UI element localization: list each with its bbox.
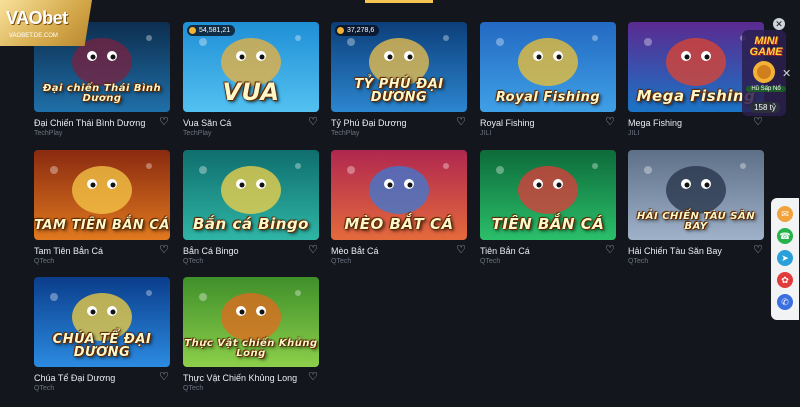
game-title-art: Bắn cá Bingo [193, 215, 309, 233]
game-card[interactable]: TAM TIÊN BẮN CÁ Tam Tiên Bắn Cá QTech ♡ [34, 150, 170, 280]
game-card[interactable]: HẢI CHIẾN TÀU SÂN BAY Hải Chiến Tàu Săn B… [628, 150, 764, 280]
game-provider: QTech [183, 258, 204, 265]
game-thumbnail[interactable]: CHÚA TỂ ĐẠI DƯƠNG [34, 277, 170, 367]
game-meta: Thực Vật Chiến Khủng Long QTech ♡ [183, 367, 319, 407]
game-name[interactable]: Bắn Cá Bingo [183, 246, 301, 256]
game-card[interactable]: Royal Fishing Royal Fishing JILI ♡ [480, 22, 616, 152]
game-provider: TechPlay [34, 130, 63, 137]
heart-icon[interactable]: ♡ [307, 116, 319, 128]
chat-icon[interactable]: ✉ [777, 206, 793, 222]
coin-icon [337, 27, 344, 34]
mini-game-subtitle: Hũ Sấp Nổ [746, 86, 786, 92]
game-provider: QTech [331, 258, 352, 265]
game-name[interactable]: Vua Săn Cá [183, 118, 301, 128]
support-icon[interactable]: ☎ [777, 228, 793, 244]
game-title-art: Royal Fishing [495, 90, 601, 105]
mini-game-widget[interactable]: MINI GAME Hũ Sấp Nổ 158 tỷ [740, 30, 788, 122]
game-provider: QTech [183, 385, 204, 392]
game-meta: Bắn Cá Bingo QTech ♡ [183, 240, 319, 280]
game-provider: JILI [480, 130, 492, 137]
heart-icon[interactable]: ♡ [158, 371, 170, 383]
telegram-icon[interactable]: ➤ [777, 250, 793, 266]
game-thumbnail[interactable]: Thực Vật chiến Khủng Long [183, 277, 319, 367]
logo-text: VAObet [6, 8, 68, 28]
game-title-art: CHÚA TỂ ĐẠI DƯƠNG [52, 332, 152, 360]
coin-icon [189, 27, 196, 34]
game-thumbnail[interactable]: Royal Fishing [480, 22, 616, 112]
game-provider: TechPlay [183, 130, 212, 137]
game-meta: Tiên Bắn Cá QTech ♡ [480, 240, 616, 280]
game-thumbnail[interactable]: TIÊN BẮN CÁ [480, 150, 616, 240]
game-name[interactable]: Tiên Bắn Cá [480, 246, 598, 256]
gift-icon[interactable]: ✿ [777, 272, 793, 288]
game-title-art: TIÊN BẮN CÁ [491, 215, 605, 233]
brand-logo[interactable]: VAObet VAOBET.DE.COM [0, 0, 92, 46]
jackpot-counter: 54,581,21 [187, 25, 236, 36]
messenger-icon[interactable]: ✆ [777, 294, 793, 310]
close-icon[interactable]: ✕ [773, 18, 785, 30]
game-thumbnail[interactable]: HẢI CHIẾN TÀU SÂN BAY [628, 150, 764, 240]
game-meta: Mèo Bắt Cá QTech ♡ [331, 240, 467, 280]
game-provider: QTech [480, 258, 501, 265]
game-name[interactable]: Mèo Bắt Cá [331, 246, 449, 256]
jackpot-value: 37,278,6 [347, 27, 375, 34]
game-title-art: HẢI CHIẾN TÀU SÂN BAY [636, 211, 756, 232]
game-name[interactable]: Tam Tiên Bắn Cá [34, 246, 152, 256]
game-card[interactable]: TỶ PHÚ ĐẠI DƯƠNG 37,278,6 Tỷ Phú Đại Dương… [331, 22, 467, 152]
game-meta: Đại Chiến Thái Bình Dương TechPlay ♡ [34, 112, 170, 152]
game-meta: Tam Tiên Bắn Cá QTech ♡ [34, 240, 170, 280]
heart-icon[interactable]: ♡ [604, 116, 616, 128]
game-meta: Royal Fishing JILI ♡ [480, 112, 616, 152]
game-title-art: VUA [222, 78, 280, 106]
game-meta: Tỷ Phú Đại Dương TechPlay ♡ [331, 112, 467, 152]
mini-game-jackpot: 158 tỷ [750, 102, 780, 113]
logo-url: VAOBET.DE.COM [9, 33, 58, 39]
game-name[interactable]: Mega Fishing [628, 118, 746, 128]
game-card[interactable]: MÈO BẮT CÁ Mèo Bắt Cá QTech ♡ [331, 150, 467, 280]
widget-close-icon[interactable]: ✕ [782, 67, 791, 80]
game-name[interactable]: Royal Fishing [480, 118, 598, 128]
heart-icon[interactable]: ♡ [752, 244, 764, 256]
game-meta: Vua Săn Cá TechPlay ♡ [183, 112, 319, 152]
game-name[interactable]: Tỷ Phú Đại Dương [331, 118, 449, 128]
heart-icon[interactable]: ♡ [158, 116, 170, 128]
game-thumbnail[interactable]: MÈO BẮT CÁ [331, 150, 467, 240]
heart-icon[interactable]: ♡ [307, 244, 319, 256]
game-provider: QTech [34, 258, 55, 265]
heart-icon[interactable]: ♡ [604, 244, 616, 256]
game-card[interactable]: Bắn cá Bingo Bắn Cá Bingo QTech ♡ [183, 150, 319, 280]
game-name[interactable]: Đại Chiến Thái Bình Dương [34, 118, 152, 128]
game-title-art: MÈO BẮT CÁ [344, 215, 454, 233]
game-name[interactable]: Hải Chiến Tàu Săn Bay [628, 246, 746, 256]
game-title-art: Thực Vật chiến Khủng Long [184, 338, 318, 359]
jackpot-counter: 37,278,6 [335, 25, 380, 36]
game-provider: TechPlay [331, 130, 360, 137]
game-card[interactable]: TIÊN BẮN CÁ Tiên Bắn Cá QTech ♡ [480, 150, 616, 280]
jackpot-value: 54,581,21 [199, 27, 231, 34]
game-name[interactable]: Thực Vật Chiến Khủng Long [183, 373, 301, 383]
game-title-art: TỶ PHÚ ĐẠI DƯƠNG [354, 77, 444, 105]
game-provider: QTech [628, 258, 649, 265]
game-thumbnail[interactable]: TAM TIÊN BẮN CÁ [34, 150, 170, 240]
heart-icon[interactable]: ♡ [307, 371, 319, 383]
heart-icon[interactable]: ♡ [455, 116, 467, 128]
game-thumbnail[interactable]: VUA 54,581,21 [183, 22, 319, 112]
game-title-art: TAM TIÊN BẮN CÁ [34, 218, 170, 233]
game-meta: Chúa Tể Đại Dương QTech ♡ [34, 367, 170, 407]
game-thumbnail[interactable]: TỶ PHÚ ĐẠI DƯƠNG 37,278,6 [331, 22, 467, 112]
game-card[interactable]: Thực Vật chiến Khủng Long Thực Vật Chiến … [183, 277, 319, 407]
game-provider: QTech [34, 385, 55, 392]
game-thumbnail[interactable]: Bắn cá Bingo [183, 150, 319, 240]
game-grid: Đại chiến Thái Bình Dương Đại Chiến Thái … [0, 0, 800, 400]
social-rail: ✉ ☎ ➤ ✿ ✆ [771, 198, 799, 320]
game-card[interactable]: VUA 54,581,21 Vua Săn Cá TechPlay ♡ [183, 22, 319, 152]
game-card[interactable]: CHÚA TỂ ĐẠI DƯƠNG Chúa Tể Đại Dương QTech ♡ [34, 277, 170, 407]
heart-icon[interactable]: ♡ [455, 244, 467, 256]
game-meta: Hải Chiến Tàu Săn Bay QTech ♡ [628, 240, 764, 280]
game-name[interactable]: Chúa Tể Đại Dương [34, 373, 152, 383]
heart-icon[interactable]: ♡ [158, 244, 170, 256]
game-provider: JILI [628, 130, 640, 137]
mini-game-title: MINI GAME [749, 35, 783, 58]
game-title-art: Đại chiến Thái Bình Dương [42, 83, 162, 104]
